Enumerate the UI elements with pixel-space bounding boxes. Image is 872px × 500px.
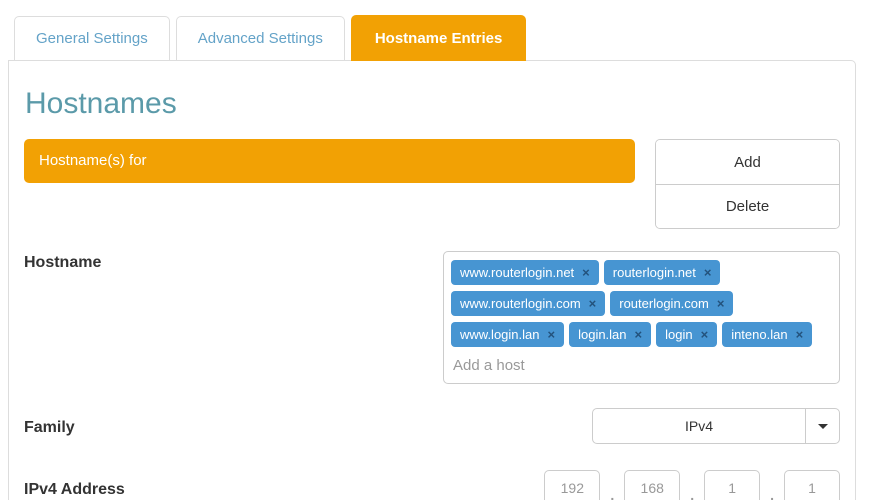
remove-tag-icon[interactable]: × [635, 328, 643, 341]
family-label: Family [24, 416, 75, 437]
ipv4-octet-group: . . . [544, 470, 840, 500]
ipv4-octet-1-input[interactable] [544, 470, 600, 500]
remove-tag-icon[interactable]: × [796, 328, 804, 341]
remove-tag-icon[interactable]: × [704, 266, 712, 279]
tag-label: www.login.lan [460, 327, 540, 342]
remove-tag-icon[interactable]: × [589, 297, 597, 310]
page-title: Hostnames [25, 87, 840, 121]
action-button-group: Add Delete [655, 139, 840, 229]
hostname-tag[interactable]: www.routerlogin.net × [451, 260, 599, 285]
family-select-caret-button[interactable] [805, 409, 839, 443]
hostname-tag[interactable]: login.lan × [569, 322, 651, 347]
tag-label: inteno.lan [731, 327, 787, 342]
ipv4-address-label: IPv4 Address [24, 478, 125, 499]
remove-tag-icon[interactable]: × [548, 328, 556, 341]
family-field-row: Family IPv4 [24, 408, 840, 444]
hostname-section-banner[interactable]: Hostname(s) for [24, 139, 635, 183]
tag-label: routerlogin.com [619, 296, 709, 311]
chevron-down-icon [818, 424, 828, 429]
delete-button[interactable]: Delete [656, 184, 839, 228]
ipv4-octet-3-input[interactable] [704, 470, 760, 500]
tab-advanced-settings[interactable]: Advanced Settings [176, 16, 345, 60]
add-host-input[interactable]: Add a host [450, 350, 833, 378]
tag-label: login [665, 327, 692, 342]
remove-tag-icon[interactable]: × [701, 328, 709, 341]
hostname-field-row: Hostname www.routerlogin.net × routerlog… [24, 251, 840, 384]
remove-tag-icon[interactable]: × [582, 266, 590, 279]
tag-label: login.lan [578, 327, 626, 342]
hostname-entries-panel: Hostnames Hostname(s) for Add Delete Hos… [8, 60, 856, 500]
tab-general-settings[interactable]: General Settings [14, 16, 170, 60]
hostname-tag[interactable]: routerlogin.net × [604, 260, 721, 285]
hostname-label: Hostname [24, 251, 101, 272]
tag-label: www.routerlogin.com [460, 296, 581, 311]
octet-separator: . [770, 487, 774, 500]
remove-tag-icon[interactable]: × [717, 297, 725, 310]
hostname-tags-input[interactable]: www.routerlogin.net × routerlogin.net × … [443, 251, 840, 384]
toolbar-row: Hostname(s) for Add Delete [24, 139, 840, 229]
family-select[interactable]: IPv4 [592, 408, 840, 444]
family-select-value: IPv4 [593, 409, 805, 443]
hostname-tag[interactable]: inteno.lan × [722, 322, 812, 347]
ipv4-octet-2-input[interactable] [624, 470, 680, 500]
ipv4-field-row: IPv4 Address . . . [24, 470, 840, 500]
hostname-tag[interactable]: login × [656, 322, 717, 347]
ipv4-octet-4-input[interactable] [784, 470, 840, 500]
hostname-tag[interactable]: www.routerlogin.com × [451, 291, 605, 316]
octet-separator: . [610, 487, 614, 500]
tag-label: www.routerlogin.net [460, 265, 574, 280]
tab-bar: General Settings Advanced Settings Hostn… [0, 0, 872, 60]
hostname-tag[interactable]: routerlogin.com × [610, 291, 733, 316]
octet-separator: . [690, 487, 694, 500]
tab-hostname-entries[interactable]: Hostname Entries [351, 15, 527, 61]
hostname-tag[interactable]: www.login.lan × [451, 322, 564, 347]
tag-label: routerlogin.net [613, 265, 696, 280]
add-button[interactable]: Add [656, 140, 839, 184]
